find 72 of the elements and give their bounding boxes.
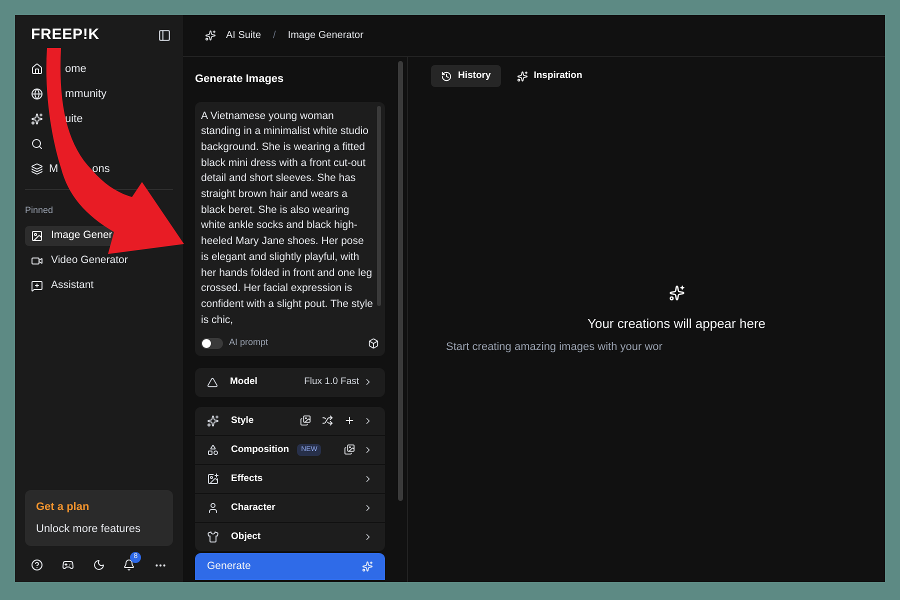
- sidebar-toggle-button[interactable]: [158, 28, 171, 42]
- shapes-icon: [207, 444, 219, 456]
- toggle-switch[interactable]: [201, 338, 223, 349]
- globe-icon: [31, 88, 43, 100]
- sidebar-item[interactable]: mmunity: [25, 84, 173, 104]
- pinned-item[interactable]: Image Gener: [25, 226, 114, 246]
- model-value: Flux 1.0 Fast: [304, 375, 359, 390]
- triangle-icon: [207, 376, 218, 388]
- option-row[interactable]: Character: [195, 494, 385, 522]
- shirt-icon: [207, 530, 219, 543]
- sidebar-item[interactable]: uite: [25, 109, 173, 129]
- sparkles-icon: [31, 113, 43, 125]
- notification-bell-icon[interactable]: [123, 559, 136, 571]
- panel-title: Generate Images: [195, 72, 285, 87]
- pinned-item-label: Video Generator: [51, 252, 128, 268]
- moon-icon[interactable]: [92, 559, 104, 571]
- toggle-label: AI prompt: [229, 336, 268, 350]
- plan-subtitle: Unlock more features: [36, 522, 142, 536]
- option-row[interactable]: Effects: [195, 464, 385, 493]
- images-icon[interactable]: [344, 444, 355, 456]
- option-label: Object: [231, 530, 261, 544]
- cube-icon[interactable]: [368, 338, 379, 349]
- plan-card[interactable]: Get a plan Unlock more features: [25, 490, 173, 546]
- plus-icon[interactable]: [344, 415, 355, 426]
- option-label: Composition: [231, 442, 290, 457]
- generate-button[interactable]: Generate: [195, 553, 385, 580]
- history-icon: [441, 70, 452, 82]
- empty-state-subtitle: Start creating amazing images with your wor: [446, 340, 662, 354]
- pinned-item-label: Assistant: [51, 278, 94, 293]
- sidebar-item-label: ons: [92, 162, 110, 177]
- video-camera-icon: [31, 254, 43, 266]
- pinned-item-label: Image Gener: [51, 228, 112, 243]
- stacked-squares-icon: [31, 163, 43, 175]
- pinned-item[interactable]: Assistant: [25, 276, 96, 296]
- home-icon: [31, 63, 43, 75]
- option-row[interactable]: Style: [195, 406, 385, 435]
- breadcrumb-item[interactable]: AI Suite: [226, 28, 262, 43]
- sparkles-icon: [205, 30, 216, 41]
- breadcrumb-separator: /: [273, 29, 276, 43]
- plan-title: Get a plan: [36, 500, 90, 515]
- pinned-item[interactable]: Video Generator: [25, 250, 130, 270]
- prompt-text: A Vietnamese young woman standing in a minimalist white studio background. She is wearing a fitted black mini dress with a front cut-out detail and short sleeves. She has straight brown hair and wears a black beret. She is also wearing white ankle socks and black high-heeled Mary Jane shoes. Her pose is elegant and slightly playful, with her hands folded in front and one leg crossed. Her facial expression is confident with a slight pout. The style is chic,: [201, 108, 373, 328]
- section-heading: Pinned: [25, 204, 54, 217]
- sparkles-icon: [668, 285, 684, 301]
- prompt-field[interactable]: [195, 102, 385, 356]
- shuffle-icon[interactable]: [322, 415, 333, 426]
- option-label: Character: [231, 500, 276, 515]
- help-icon[interactable]: [31, 559, 43, 571]
- tab[interactable]: Inspiration: [506, 65, 592, 87]
- search-icon: [31, 138, 43, 150]
- image-icon: [31, 230, 43, 242]
- sidebar-item-label: ome: [65, 62, 86, 77]
- option-row[interactable]: Object: [195, 522, 385, 551]
- model-row[interactable]: Model Flux 1.0 Fast: [195, 368, 385, 397]
- sidebar-item[interactable]: ome: [25, 59, 173, 79]
- tab[interactable]: History: [431, 65, 501, 87]
- option-label: Style: [231, 414, 254, 428]
- sidebar-item[interactable]: M ons: [25, 159, 173, 179]
- empty-state-title: Your creations will appear here: [587, 315, 766, 333]
- chat-bubble-icon: [31, 280, 43, 292]
- sidebar-item-label: mmunity: [65, 86, 107, 102]
- sparkles-icon: [362, 561, 373, 572]
- sparkles-icon: [516, 70, 528, 82]
- option-label: Effects: [231, 472, 263, 486]
- person-icon: [207, 502, 219, 514]
- breadcrumb-item[interactable]: Image Generator: [288, 28, 364, 43]
- sidebar-item-label: uite: [65, 112, 83, 127]
- image-sparkle-icon: [207, 472, 219, 485]
- model-label: Model: [230, 375, 258, 390]
- sidebar-item-label: M: [49, 162, 58, 177]
- logo[interactable]: FREEP!K: [31, 24, 100, 46]
- images-icon[interactable]: [300, 415, 311, 426]
